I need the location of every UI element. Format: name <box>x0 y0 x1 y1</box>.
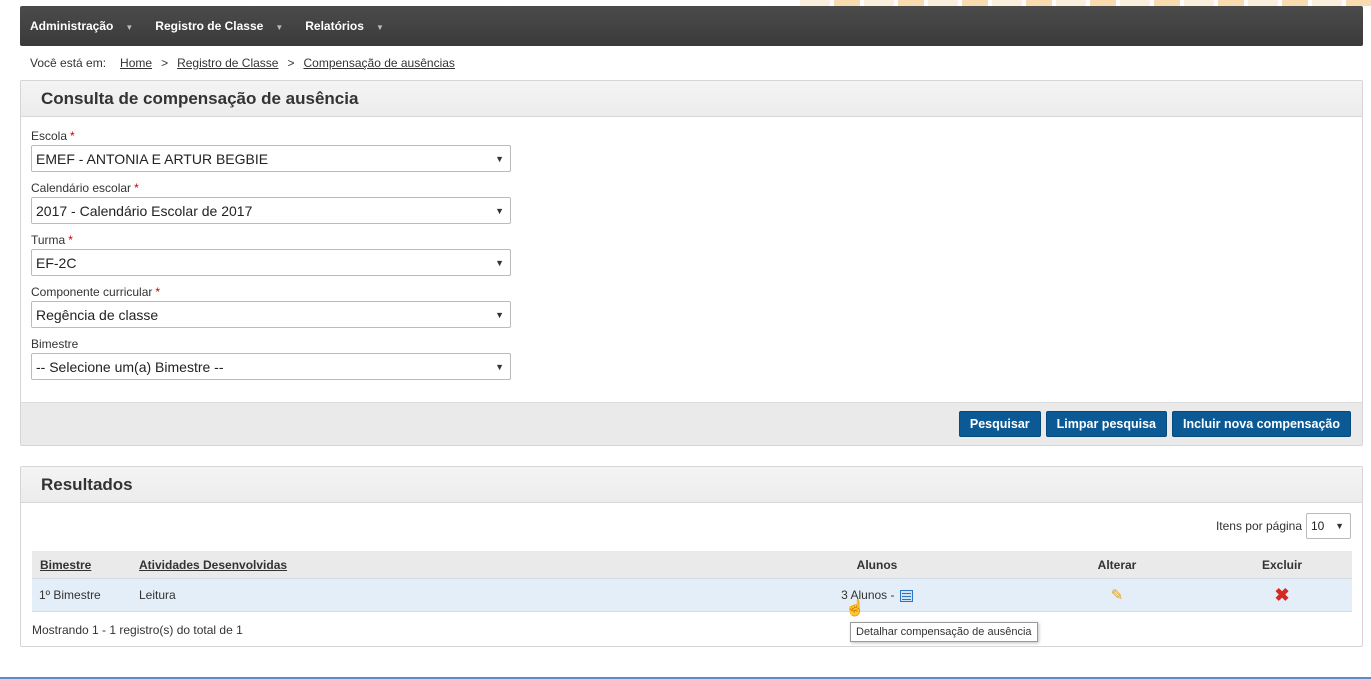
consulta-form: Escola * EMEF - ANTONIA E ARTUR BEGBIE ▼ … <box>21 117 1362 380</box>
triangle-down-icon: ▼ <box>1335 521 1344 531</box>
column-header-atividades[interactable]: Atividades Desenvolvidas <box>139 558 287 572</box>
componente-select[interactable]: Regência de classe ▼ <box>31 301 511 328</box>
breadcrumb-link-home[interactable]: Home <box>120 56 152 70</box>
column-header-excluir: Excluir <box>1261 557 1303 572</box>
select-value: Regência de classe <box>36 306 159 323</box>
limpar-pesquisa-button[interactable]: Limpar pesquisa <box>1045 411 1167 437</box>
pesquisar-button[interactable]: Pesquisar <box>958 411 1041 437</box>
per-page-select[interactable]: 10 ▼ <box>1306 513 1351 539</box>
nav-item-label: Registro de Classe <box>155 19 264 33</box>
field-componente: Componente curricular * Regência de class… <box>31 285 1352 328</box>
consulta-button-bar: Pesquisar Limpar pesquisa Incluir nova c… <box>21 402 1362 445</box>
consulta-title: Consulta de compensação de ausência <box>21 81 1362 117</box>
required-marker: * <box>155 285 161 299</box>
top-navbar: Administração ▼ Registro de Classe ▼ Rel… <box>20 6 1363 46</box>
breadcrumb: Você está em: Home > Registro de Classe … <box>30 56 455 70</box>
breadcrumb-separator: > <box>287 56 295 70</box>
triangle-down-icon: ▼ <box>495 309 504 320</box>
chevron-down-icon: ▼ <box>125 22 134 32</box>
cell-atividades: Leitura <box>139 588 176 602</box>
hand-cursor-icon: ☝ <box>845 600 865 617</box>
resultados-title: Resultados <box>21 467 1362 503</box>
nav-item-registro-de-classe[interactable]: Registro de Classe ▼ <box>155 19 283 33</box>
column-header-alunos: Alunos <box>856 557 898 572</box>
select-value: EF-2C <box>36 254 77 271</box>
cell-alunos: 3 Alunos - <box>732 588 1022 602</box>
triangle-down-icon: ▼ <box>495 257 504 268</box>
nav-item-relatorios[interactable]: Relatórios ▼ <box>305 19 384 33</box>
results-table: Bimestre Atividades Desenvolvidas Alunos… <box>32 551 1352 612</box>
select-value: 10 <box>1311 519 1325 533</box>
field-label: Bimestre <box>31 337 79 351</box>
breadcrumb-prefix: Você está em: <box>30 56 107 70</box>
tooltip: Detalhar compensação de ausência <box>850 622 1038 642</box>
required-marker: * <box>134 181 139 195</box>
triangle-down-icon: ▼ <box>495 153 504 164</box>
results-summary: Mostrando 1 - 1 registro(s) do total de … <box>32 623 243 637</box>
escola-select[interactable]: EMEF - ANTONIA E ARTUR BEGBIE ▼ <box>31 145 511 172</box>
field-label: Turma * <box>31 233 73 247</box>
required-marker: * <box>68 233 73 247</box>
breadcrumb-link-registro-de-classe[interactable]: Registro de Classe <box>177 56 278 70</box>
chevron-down-icon: ▼ <box>375 22 384 32</box>
field-label: Componente curricular * <box>31 285 161 299</box>
select-value: 2017 - Calendário Escolar de 2017 <box>36 202 253 219</box>
table-header: Bimestre Atividades Desenvolvidas Alunos… <box>32 551 1352 578</box>
field-bimestre: Bimestre -- Selecione um(a) Bimestre -- … <box>31 337 1352 380</box>
resultados-panel: Resultados Itens por página 10 ▼ Bimestr… <box>20 466 1363 647</box>
field-label: Calendário escolar * <box>31 181 139 195</box>
calendario-select[interactable]: 2017 - Calendário Escolar de 2017 ▼ <box>31 197 511 224</box>
consulta-panel: Consulta de compensação de ausência Esco… <box>20 80 1363 446</box>
breadcrumb-link-compensacao[interactable]: Compensação de ausências <box>303 56 454 70</box>
cell-bimestre: 1º Bimestre <box>39 588 101 602</box>
field-calendario: Calendário escolar * 2017 - Calendário Es… <box>31 181 1352 224</box>
field-escola: Escola * EMEF - ANTONIA E ARTUR BEGBIE ▼ <box>31 129 1352 172</box>
nav-item-administracao[interactable]: Administração ▼ <box>30 19 133 33</box>
x-icon[interactable]: ✖ <box>1274 586 1289 604</box>
turma-select[interactable]: EF-2C ▼ <box>31 249 511 276</box>
pencil-icon[interactable]: ✎ <box>1111 586 1124 604</box>
cell-alterar: ✎ <box>1022 586 1212 604</box>
breadcrumb-separator: > <box>161 56 169 70</box>
required-marker: * <box>70 129 75 143</box>
triangle-down-icon: ▼ <box>495 205 504 216</box>
triangle-down-icon: ▼ <box>495 361 504 372</box>
per-page-label: Itens por página <box>1215 519 1302 533</box>
bimestre-select[interactable]: -- Selecione um(a) Bimestre -- ▼ <box>31 353 511 380</box>
items-per-page: Itens por página 10 ▼ <box>1216 513 1351 539</box>
field-label: Escola * <box>31 129 75 143</box>
column-header-bimestre[interactable]: Bimestre <box>40 558 91 572</box>
nav-item-label: Administração <box>30 19 114 33</box>
chevron-down-icon: ▼ <box>275 22 284 32</box>
nav-item-label: Relatórios <box>305 19 364 33</box>
select-value: EMEF - ANTONIA E ARTUR BEGBIE <box>36 150 269 167</box>
table-row: 1º Bimestre Leitura 3 Alunos - ✎ ✖ <box>32 578 1352 612</box>
cell-excluir: ✖ <box>1212 586 1352 604</box>
column-header-alterar: Alterar <box>1097 557 1137 572</box>
field-turma: Turma * EF-2C ▼ <box>31 233 1352 276</box>
incluir-compensacao-button[interactable]: Incluir nova compensação <box>1172 411 1351 437</box>
detail-list-icon[interactable] <box>899 589 913 602</box>
select-value: -- Selecione um(a) Bimestre -- <box>36 358 224 375</box>
